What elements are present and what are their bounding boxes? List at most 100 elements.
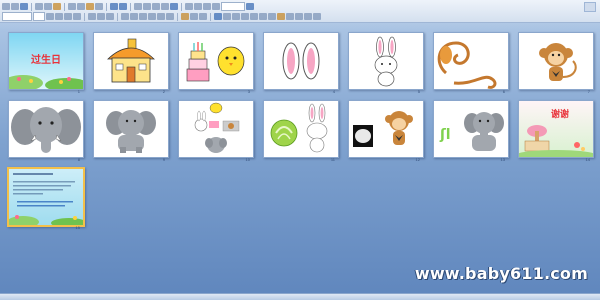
shadow-icon[interactable] — [73, 13, 81, 20]
toolbar-separator — [181, 2, 182, 11]
slide-number: 7 — [587, 89, 590, 94]
increase-font-icon[interactable] — [139, 13, 147, 20]
toolbar-separator — [106, 2, 107, 11]
insert-chart-icon[interactable] — [134, 3, 142, 10]
line-style-icon[interactable] — [295, 13, 303, 20]
new-slide-icon[interactable] — [199, 13, 207, 20]
slide-number: 3 — [247, 89, 250, 94]
slide-thumbnail-1[interactable]: 过生日 — [8, 32, 84, 90]
toolbar-separator — [31, 2, 32, 11]
slide-number: 12 — [415, 157, 420, 162]
preview-icon[interactable] — [44, 3, 52, 10]
house-art — [94, 33, 168, 89]
toolbar-separator — [64, 2, 65, 11]
numbering-icon[interactable] — [121, 13, 129, 20]
textbox-icon[interactable] — [268, 13, 276, 20]
bold-icon[interactable] — [46, 13, 54, 20]
expand-icon[interactable] — [185, 3, 193, 10]
slide-thumbnail-8[interactable] — [8, 100, 84, 158]
slide-number: 1 — [77, 89, 80, 94]
line-icon[interactable] — [232, 13, 240, 20]
paste-icon[interactable] — [86, 3, 94, 10]
slide-thumbnail-13[interactable]: ʃl — [433, 100, 509, 158]
help-icon[interactable] — [246, 3, 254, 10]
slide-thumbnail-9[interactable] — [93, 100, 169, 158]
open-icon[interactable] — [11, 3, 19, 10]
format-painter-icon[interactable] — [95, 3, 103, 10]
redo-icon[interactable] — [119, 3, 127, 10]
color-icon[interactable] — [212, 3, 220, 10]
oval-icon[interactable] — [259, 13, 267, 20]
bullets-icon[interactable] — [130, 13, 138, 20]
toolbar-separator — [130, 2, 131, 11]
swirl-art — [434, 33, 508, 89]
dash-style-icon[interactable] — [304, 13, 312, 20]
line-color-icon[interactable] — [286, 13, 294, 20]
slide-thumbnail-7[interactable] — [518, 32, 594, 90]
slide-thumbnail-14[interactable]: 谢谢 — [518, 100, 594, 158]
toolbar-row-2 — [2, 12, 321, 21]
align-center-icon[interactable] — [97, 13, 105, 20]
wordart-icon[interactable] — [161, 3, 169, 10]
toolbar — [0, 0, 600, 23]
spelling-icon[interactable] — [53, 3, 61, 10]
slide-thumbnail-4[interactable] — [263, 32, 339, 90]
hyperlink-icon[interactable] — [170, 3, 178, 10]
svg-text:ʃl: ʃl — [439, 127, 451, 143]
design-icon[interactable] — [190, 13, 198, 20]
increase-indent-icon[interactable] — [166, 13, 174, 20]
monkey-art — [519, 33, 593, 89]
undo-icon[interactable] — [110, 3, 118, 10]
print-icon[interactable] — [35, 3, 43, 10]
font-color-icon[interactable] — [181, 13, 189, 20]
grid-icon[interactable] — [203, 3, 211, 10]
slide-14-title: 谢谢 — [551, 110, 570, 120]
3d-icon[interactable] — [313, 13, 321, 20]
toolbar-separator — [84, 12, 85, 21]
task-pane-toggle[interactable] — [584, 2, 596, 12]
slide-thumbnail-5[interactable] — [348, 32, 424, 90]
text-page-art — [9, 169, 83, 225]
cake-and-chick-art — [179, 33, 253, 89]
insert-table-icon[interactable] — [143, 3, 151, 10]
toolbar-separator — [177, 12, 178, 21]
slide-thumbnail-11[interactable] — [263, 100, 339, 158]
underline-icon[interactable] — [64, 13, 72, 20]
save-icon[interactable] — [20, 3, 28, 10]
copy-icon[interactable] — [77, 3, 85, 10]
slide-number: 4 — [332, 89, 335, 94]
new-icon[interactable] — [2, 3, 10, 10]
slide-number: 9 — [162, 157, 165, 162]
slide-number: 15 — [75, 225, 80, 230]
slide-thumbnail-15[interactable] — [7, 167, 85, 227]
formatting-icon[interactable] — [194, 3, 202, 10]
slide-number: 5 — [417, 89, 420, 94]
decrease-font-icon[interactable] — [148, 13, 156, 20]
italic-icon[interactable] — [55, 13, 63, 20]
arrow-icon[interactable] — [241, 13, 249, 20]
slide-thumbnail-10[interactable] — [178, 100, 254, 158]
status-bar — [0, 293, 600, 300]
align-right-icon[interactable] — [106, 13, 114, 20]
autoshapes-icon[interactable] — [223, 13, 231, 20]
rectangle-icon[interactable] — [250, 13, 258, 20]
elephant-art — [94, 101, 168, 157]
font-name-field[interactable] — [2, 12, 32, 21]
draw-icon[interactable] — [214, 13, 222, 20]
slide-thumbnail-2[interactable] — [93, 32, 169, 90]
slide-thumbnail-6[interactable] — [433, 32, 509, 90]
slide-thumbnail-3[interactable] — [178, 32, 254, 90]
align-left-icon[interactable] — [88, 13, 96, 20]
elephant-and-letters-art: ʃl — [434, 101, 508, 157]
slide-number: 2 — [162, 89, 165, 94]
slide-thumbnail-12[interactable] — [348, 100, 424, 158]
insert-picture-icon[interactable] — [152, 3, 160, 10]
zoom-field[interactable] — [221, 2, 245, 11]
font-size-field[interactable] — [33, 12, 45, 21]
slide-number: 8 — [77, 157, 80, 162]
fill-color-icon[interactable] — [277, 13, 285, 20]
slide-number: 13 — [500, 157, 505, 162]
cut-icon[interactable] — [68, 3, 76, 10]
slide-number: 10 — [245, 157, 250, 162]
decrease-indent-icon[interactable] — [157, 13, 165, 20]
